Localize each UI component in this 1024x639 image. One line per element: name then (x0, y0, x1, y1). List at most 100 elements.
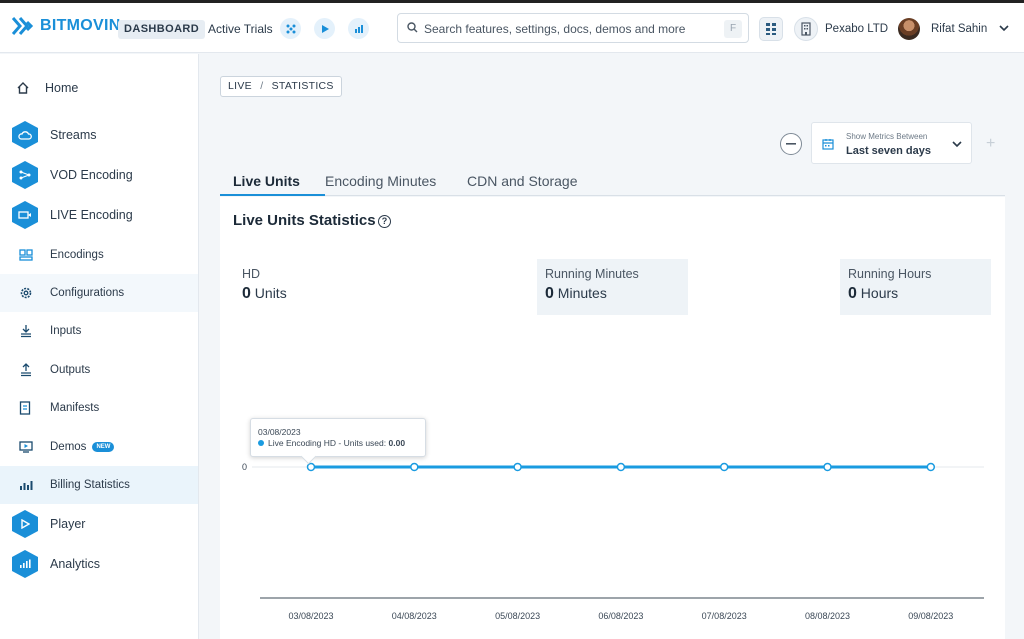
encodings-icon (19, 249, 33, 261)
sidebar-item-configurations[interactable]: Configurations (0, 274, 198, 312)
sidebar-item-label: Streams (50, 128, 97, 142)
stat-unit: Minutes (557, 285, 607, 301)
bitmovin-logo-icon (12, 17, 34, 35)
sidebar-item-label: Player (50, 517, 86, 531)
search-shortcut-key: F (724, 20, 742, 38)
organization-button[interactable] (794, 17, 818, 41)
sidebar-item-outputs[interactable]: Outputs (0, 351, 198, 389)
stat-running-minutes: Running Minutes 0 Minutes (537, 259, 688, 315)
sidebar-item-home[interactable]: Home (0, 70, 198, 106)
outputs-icon (19, 363, 33, 377)
metrics-range-select[interactable]: Show Metrics Between Last seven days (811, 122, 972, 164)
bar-chart-icon (19, 479, 33, 491)
sidebar-item-label: Configurations (50, 287, 125, 299)
brand-name: BITMOVIN (40, 17, 121, 34)
calendar-icon (822, 139, 834, 150)
sidebar-item-vod-encoding[interactable]: VOD Encoding (0, 156, 198, 194)
live-icon (12, 201, 38, 229)
active-trials-label: Active Trials (208, 22, 273, 36)
sidebar-item-label: Demos (50, 441, 87, 453)
sidebar-item-label: Outputs (50, 364, 91, 376)
play-icon (12, 510, 38, 538)
minus-icon (786, 143, 796, 145)
search-icon (407, 22, 418, 33)
user-name[interactable]: Rifat Sahin (931, 23, 987, 35)
sidebar-item-live-encoding[interactable]: LIVE Encoding (0, 196, 198, 234)
stat-label: Running Hours (848, 267, 932, 281)
sidebar-item-label-group: Demos NEW (50, 441, 115, 453)
inputs-icon (19, 324, 33, 338)
sidebar-item-inputs[interactable]: Inputs (0, 312, 198, 350)
sidebar-item-encodings[interactable]: Encodings (0, 236, 198, 274)
x-tick-label: 03/08/2023 (288, 611, 333, 621)
search-input[interactable] (424, 19, 714, 38)
zoom-out-button[interactable] (780, 133, 802, 155)
breadcrumb-statistics: STATISTICS (271, 80, 334, 92)
analytics-trial-icon[interactable] (348, 18, 369, 39)
sidebar-item-label: Inputs (50, 325, 82, 337)
breadcrumb-live[interactable]: LIVE (228, 80, 252, 92)
top-bar: BITMOVIN DASHBOARD Active Trials F Pexab… (0, 3, 1024, 53)
sidebar-item-label: Home (45, 81, 79, 95)
player-trial-icon[interactable] (314, 18, 335, 39)
tab-cdn-and-storage[interactable]: CDN and Storage (467, 173, 578, 189)
encoding-trial-icon[interactable] (280, 18, 301, 39)
sidebar-item-player[interactable]: Player (0, 505, 198, 543)
chart-tooltip: 03/08/2023 Live Encoding HD - Units used… (250, 418, 426, 457)
search-bar[interactable]: F (397, 13, 749, 43)
x-tick-label: 09/08/2023 (908, 611, 953, 621)
help-icon[interactable]: ? (378, 215, 391, 228)
stat-label: HD (242, 267, 261, 281)
analytics-icon (12, 550, 38, 578)
organization-name[interactable]: Pexabo LTD (825, 23, 888, 35)
tooltip-row: Live Encoding HD - Units used: 0.00 (258, 438, 405, 448)
tab-encoding-minutes[interactable]: Encoding Minutes (325, 173, 436, 189)
tooltip-date: 03/08/2023 (258, 427, 301, 437)
stat-hd: HD 0 Units (234, 259, 384, 315)
encoding-icon (12, 161, 38, 189)
tooltip-value: 0.00 (388, 438, 406, 448)
sidebar-item-label: Manifests (50, 402, 100, 414)
active-tab-indicator (220, 194, 325, 196)
data-point[interactable] (616, 462, 626, 472)
series-dot (258, 440, 264, 446)
bitmovin-logo[interactable]: BITMOVIN (12, 16, 121, 36)
new-badge: NEW (92, 442, 115, 452)
tab-live-units[interactable]: Live Units (233, 173, 300, 189)
stat-unit: Units (254, 285, 287, 301)
chevron-down-icon[interactable] (998, 23, 1010, 33)
sidebar-item-label: Billing Statistics (50, 479, 130, 491)
stat-value-row: 0 Minutes (545, 285, 680, 303)
data-point[interactable] (719, 462, 729, 472)
user-avatar[interactable] (898, 18, 920, 40)
zoom-in-button[interactable]: + (986, 135, 995, 153)
home-icon (16, 81, 30, 95)
stat-value-row: 0 Hours (848, 285, 983, 303)
y-tick-label: 0 (242, 462, 247, 472)
sidebar-item-label: LIVE Encoding (50, 208, 133, 222)
sidebar-item-manifests[interactable]: Manifests (0, 389, 198, 427)
statistics-tabs: Live Units Encoding Minutes CDN and Stor… (220, 168, 1005, 196)
stat-value: 0 (848, 285, 857, 302)
x-tick-label: 06/08/2023 (598, 611, 643, 621)
x-tick-label: 08/08/2023 (805, 611, 850, 621)
metrics-range-value: Last seven days (846, 145, 931, 157)
data-point[interactable] (306, 462, 316, 472)
data-point[interactable] (410, 462, 419, 472)
sidebar-item-streams[interactable]: Streams (0, 116, 198, 154)
sidebar-item-label: Encodings (50, 249, 104, 261)
sidebar-item-demos[interactable]: Demos NEW (0, 428, 198, 466)
data-point[interactable] (926, 462, 936, 472)
sidebar-item-analytics[interactable]: Analytics (0, 545, 198, 583)
x-tick-label: 07/08/2023 (702, 611, 747, 621)
demos-icon (19, 441, 33, 453)
panel-title: Live Units Statistics (233, 212, 376, 229)
apps-icon (766, 23, 776, 35)
data-point[interactable] (513, 462, 522, 472)
stat-unit: Hours (860, 285, 899, 301)
data-point[interactable] (823, 462, 832, 472)
apps-grid-button[interactable] (759, 17, 783, 41)
sidebar-item-billing-statistics[interactable]: Billing Statistics (0, 466, 198, 504)
sidebar-item-label: Analytics (50, 557, 101, 571)
gear-icon (19, 286, 33, 300)
